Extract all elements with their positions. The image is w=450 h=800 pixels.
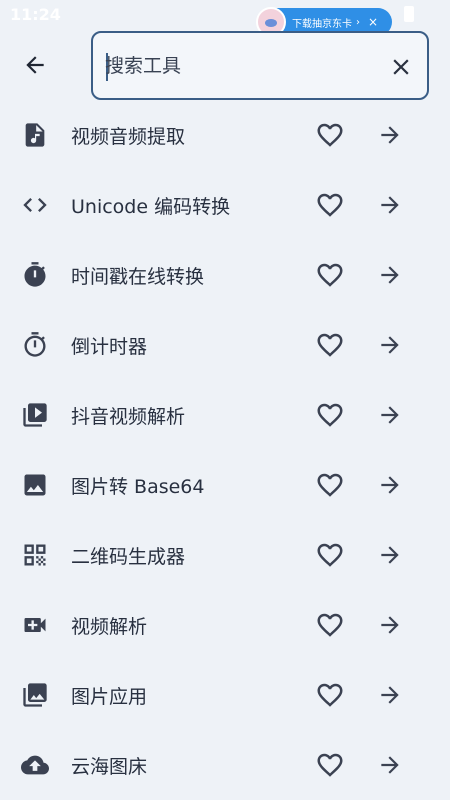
status-time: 11:24 <box>10 5 61 24</box>
favorite-button[interactable] <box>314 400 346 430</box>
chevron-right-icon: › <box>356 16 360 28</box>
search-input[interactable] <box>105 47 375 85</box>
tool-label: 视频解析 <box>71 616 148 638</box>
open-tool-button[interactable] <box>374 190 406 220</box>
list-item[interactable]: 图片转 Base64 <box>0 450 450 520</box>
video-camera-icon <box>21 611 49 639</box>
open-tool-button[interactable] <box>374 120 406 150</box>
ad-close-icon[interactable]: × <box>368 15 378 29</box>
heart-outline-icon <box>317 263 343 287</box>
heart-outline-icon <box>317 473 343 497</box>
tool-label: 图片转 Base64 <box>71 476 205 498</box>
favorite-button[interactable] <box>314 260 346 290</box>
favorite-button[interactable] <box>314 750 346 780</box>
favorite-button[interactable] <box>314 540 346 570</box>
arrow-right-icon <box>381 546 399 564</box>
search-box <box>91 31 429 100</box>
list-item[interactable]: 二维码生成器 <box>0 520 450 590</box>
header <box>0 30 450 100</box>
arrow-right-icon <box>381 196 399 214</box>
status-bar: 11:24 下载抽京东卡 › × <box>0 0 450 37</box>
favorite-button[interactable] <box>314 190 346 220</box>
list-item[interactable]: 图片应用 <box>0 660 450 730</box>
open-tool-button[interactable] <box>374 540 406 570</box>
heart-outline-icon <box>317 683 343 707</box>
heart-outline-icon <box>317 753 343 777</box>
back-button[interactable] <box>20 50 50 80</box>
favorite-button[interactable] <box>314 610 346 640</box>
list-item[interactable]: 倒计时器 <box>0 310 450 380</box>
arrow-right-icon <box>381 126 399 144</box>
list-item[interactable]: 时间戳在线转换 <box>0 240 450 310</box>
tool-label: Unicode 编码转换 <box>71 196 231 218</box>
cloud-upload-icon <box>21 751 49 779</box>
heart-outline-icon <box>317 543 343 567</box>
close-icon <box>393 59 409 75</box>
list-item[interactable]: 抖音视频解析 <box>0 380 450 450</box>
image-icon <box>21 471 49 499</box>
favorite-button[interactable] <box>314 470 346 500</box>
tool-label: 时间戳在线转换 <box>71 266 205 288</box>
heart-outline-icon <box>317 193 343 217</box>
tool-label: 云海图床 <box>71 756 148 778</box>
arrow-right-icon <box>381 476 399 494</box>
clear-button[interactable] <box>386 52 416 82</box>
open-tool-button[interactable] <box>374 680 406 710</box>
open-tool-button[interactable] <box>374 330 406 360</box>
arrow-right-icon <box>381 756 399 774</box>
heart-outline-icon <box>317 403 343 427</box>
favorite-button[interactable] <box>314 330 346 360</box>
list-item[interactable]: 云海图床 <box>0 730 450 800</box>
arrow-right-icon <box>381 616 399 634</box>
favorite-button[interactable] <box>314 120 346 150</box>
timer-filled-icon <box>21 261 49 289</box>
arrow-right-icon <box>381 266 399 284</box>
qr-code-icon <box>21 541 49 569</box>
tool-label: 视频音频提取 <box>71 126 186 148</box>
open-tool-button[interactable] <box>374 260 406 290</box>
list-item[interactable]: 视频音频提取 <box>0 100 450 170</box>
audio-file-icon <box>21 121 49 149</box>
code-icon <box>21 191 49 219</box>
open-tool-button[interactable] <box>374 400 406 430</box>
tool-label: 图片应用 <box>71 686 148 708</box>
timer-outline-icon <box>21 331 49 359</box>
favorite-button[interactable] <box>314 680 346 710</box>
open-tool-button[interactable] <box>374 470 406 500</box>
arrow-right-icon <box>381 406 399 424</box>
tool-list: 视频音频提取 Unicode 编码转换 时间戳在线转换 倒计时器 抖音视频解析 … <box>0 100 450 800</box>
heart-outline-icon <box>317 333 343 357</box>
arrow-right-icon <box>381 686 399 704</box>
heart-outline-icon <box>317 123 343 147</box>
list-item[interactable]: Unicode 编码转换 <box>0 170 450 240</box>
tool-label: 倒计时器 <box>71 336 148 358</box>
arrow-left-icon <box>26 56 44 74</box>
photo-library-icon <box>21 681 49 709</box>
video-library-icon <box>21 401 49 429</box>
arrow-right-icon <box>381 336 399 354</box>
tool-label: 抖音视频解析 <box>71 406 186 428</box>
open-tool-button[interactable] <box>374 610 406 640</box>
heart-outline-icon <box>317 613 343 637</box>
battery-icon <box>404 6 414 22</box>
list-item[interactable]: 视频解析 <box>0 590 450 660</box>
ad-text: 下载抽京东卡 <box>292 18 352 30</box>
open-tool-button[interactable] <box>374 750 406 780</box>
tool-label: 二维码生成器 <box>71 546 186 568</box>
